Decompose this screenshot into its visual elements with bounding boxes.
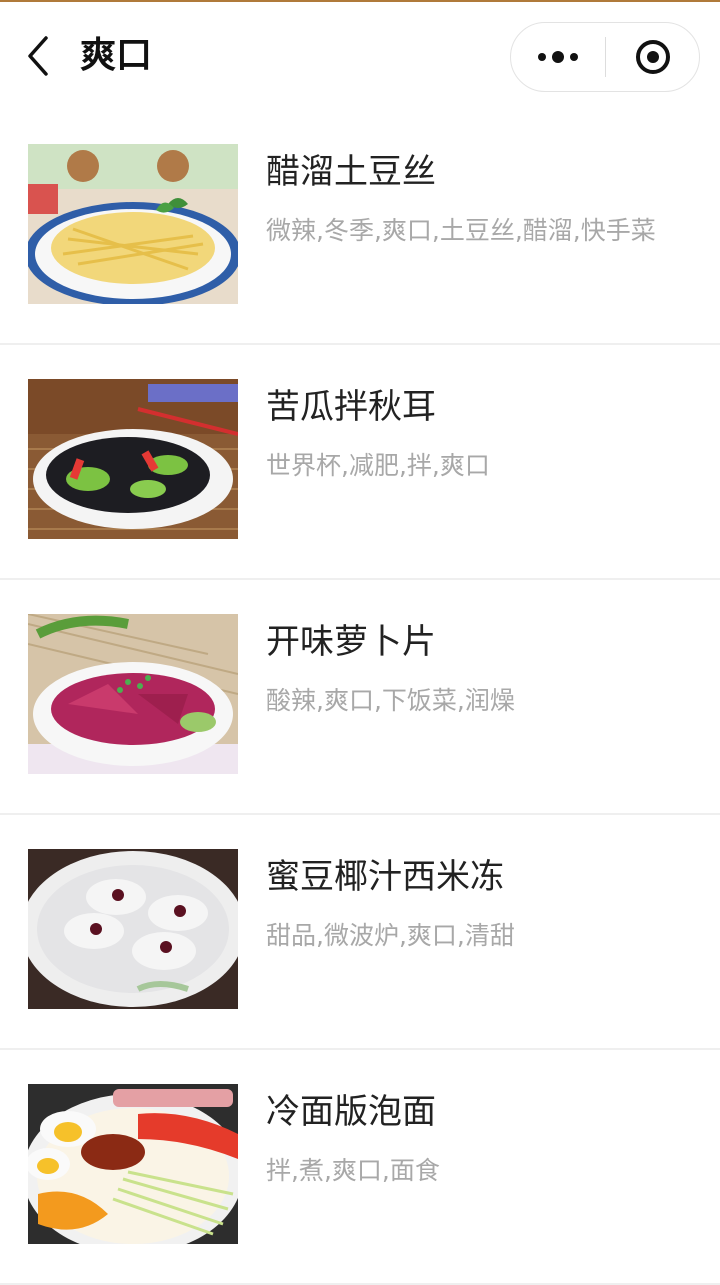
recipe-title: 醋溜土豆丝 xyxy=(266,152,436,192)
chevron-left-icon xyxy=(28,36,48,76)
recipe-thumbnail xyxy=(28,849,238,1009)
recipe-list-item[interactable]: 苦瓜拌秋耳 世界杯,减肥,拌,爽口 xyxy=(0,345,720,580)
recipe-thumbnail xyxy=(28,144,238,304)
recipe-tags: 甜品,微波炉,爽口,清甜 xyxy=(266,921,515,950)
recipe-tags: 拌,煮,爽口,面食 xyxy=(266,1156,440,1185)
close-mini-program-button[interactable] xyxy=(606,23,700,91)
recipe-thumbnail xyxy=(28,1084,238,1244)
recipe-list-item[interactable]: 冷面版泡面 拌,煮,爽口,面食 xyxy=(0,1050,720,1285)
recipe-title: 苦瓜拌秋耳 xyxy=(266,387,436,427)
recipe-tags: 酸辣,爽口,下饭菜,润燥 xyxy=(266,686,515,715)
recipe-thumbnail xyxy=(28,379,238,539)
recipe-title: 蜜豆椰汁西米冻 xyxy=(266,857,504,897)
mini-program-capsule xyxy=(510,22,700,92)
recipe-list-item[interactable]: 蜜豆椰汁西米冻 甜品,微波炉,爽口,清甜 xyxy=(0,815,720,1050)
back-button[interactable] xyxy=(16,32,60,80)
more-dots-icon xyxy=(538,51,578,63)
recipe-title: 开味萝卜片 xyxy=(266,622,436,662)
recipe-tags: 微辣,冬季,爽口,土豆丝,醋溜,快手菜 xyxy=(266,216,656,245)
recipe-list-item[interactable]: 开味萝卜片 酸辣,爽口,下饭菜,润燥 xyxy=(0,580,720,815)
target-close-icon xyxy=(636,40,670,74)
recipe-title: 冷面版泡面 xyxy=(266,1092,436,1132)
recipe-list: 醋溜土豆丝 微辣,冬季,爽口,土豆丝,醋溜,快手菜 苦瓜拌秋耳 世界杯,减肥,拌… xyxy=(0,110,720,1285)
recipe-tags: 世界杯,减肥,拌,爽口 xyxy=(266,451,490,480)
recipe-list-item[interactable]: 醋溜土豆丝 微辣,冬季,爽口,土豆丝,醋溜,快手菜 xyxy=(0,110,720,345)
nav-bar: 爽口 xyxy=(0,2,720,110)
more-button[interactable] xyxy=(511,23,605,91)
page-title: 爽口 xyxy=(80,35,153,76)
recipe-thumbnail xyxy=(28,614,238,774)
